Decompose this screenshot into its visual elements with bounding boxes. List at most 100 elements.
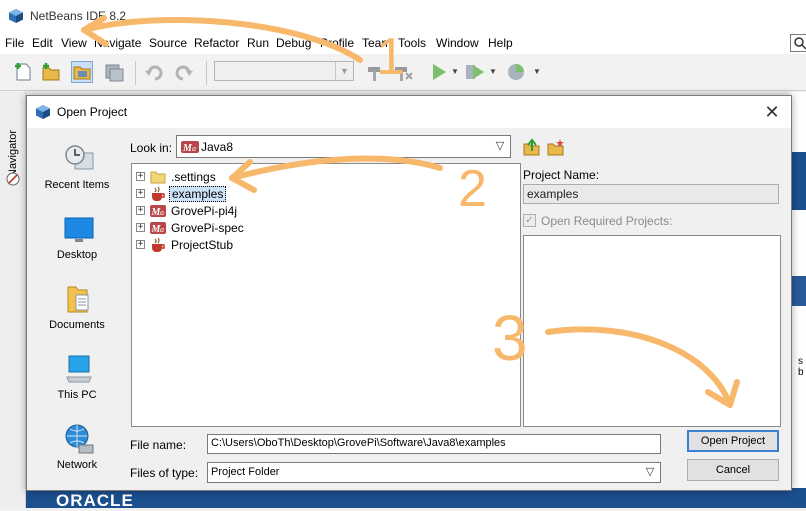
expand-plus-icon[interactable]: + [136,206,145,215]
expand-plus-icon[interactable]: + [136,223,145,232]
navigator-tab[interactable]: Navigator [5,100,21,186]
redo-icon [175,65,193,81]
coffee-cup-project-icon [152,186,165,201]
close-icon[interactable]: ✕ [759,100,785,124]
main-toolbar: ▼ ▼ ▼ [0,55,806,91]
look-in-combo[interactable]: M a Java8 ▽ [176,135,511,158]
menu-window[interactable]: Window [436,36,479,50]
expand-plus-icon[interactable]: + [136,172,145,181]
quick-search-input[interactable] [790,34,806,52]
chevron-down-icon: ▼ [335,62,353,80]
place-desktop[interactable]: Desktop [31,213,123,277]
menu-profile[interactable]: Profile [320,36,354,50]
debug-project-button[interactable] [464,61,486,83]
svg-text:a: a [192,144,196,153]
tree-item-label: GrovePi-spec [171,221,244,235]
undo-icon [145,65,163,81]
computer-icon [66,355,92,383]
create-new-folder-button[interactable] [547,138,565,156]
menu-view[interactable]: View [61,36,87,50]
expand-plus-icon[interactable]: + [136,240,145,249]
place-network[interactable]: Network [31,423,123,487]
menu-source[interactable]: Source [149,36,187,50]
desktop-icon [64,217,94,242]
menu-navigate[interactable]: Navigate [94,36,141,50]
redo-button[interactable] [173,61,195,83]
recent-items-icon [65,145,94,170]
new-folder-icon [547,139,564,156]
debug-dropdown-chevron-icon[interactable]: ▼ [489,67,497,76]
run-triangle-icon [433,64,446,80]
open-project-submit-button[interactable]: Open Project [687,430,779,452]
ide-titlebar: NetBeans IDE 8.2 [0,0,806,32]
search-icon [794,37,806,50]
menu-tools[interactable]: Tools [398,36,426,50]
debug-icon [466,65,484,79]
chevron-down-icon[interactable]: ▽ [640,463,660,482]
run-project-button[interactable] [428,61,450,83]
file-name-input[interactable]: C:\Users\OboTh\Desktop\GrovePi\Software\… [207,434,661,454]
compass-icon [6,172,20,186]
start-page-text: s b [798,356,804,378]
menu-edit[interactable]: Edit [32,36,53,50]
project-file-list[interactable]: + .settings + examples + M a GrovePi-pi4… [131,163,521,427]
open-project-dialog: Open Project ✕ Recent Items Desktop Docu… [26,95,792,491]
navigator-tab-label: Navigator [7,129,19,177]
run-dropdown-chevron-icon[interactable]: ▼ [451,67,459,76]
menu-refactor[interactable]: Refactor [194,36,239,50]
required-projects-list[interactable] [523,235,781,427]
menu-help[interactable]: Help [488,36,513,50]
place-recent-items[interactable]: Recent Items [31,143,123,207]
tree-item-label: GrovePi-pi4j [171,204,238,218]
open-required-projects-label: Open Required Projects: [541,214,673,228]
project-name-label: Project Name: [523,168,600,182]
new-project-button[interactable] [40,61,62,83]
new-file-button[interactable] [12,61,34,83]
place-documents[interactable]: Documents [31,283,123,347]
up-one-level-button[interactable] [523,138,541,156]
dialog-title: Open Project [57,105,128,119]
open-project-button[interactable] [71,61,93,83]
svg-text:a: a [160,208,164,217]
dialog-titlebar: Open Project ✕ [27,96,791,128]
menu-file[interactable]: File [5,36,24,50]
start-page-banner [790,152,806,210]
configuration-combo[interactable]: ▼ [214,61,354,81]
maven-project-icon: M a [181,141,199,154]
network-globe-icon [65,424,94,454]
start-page-background: s b [790,92,806,508]
folder-icon [150,171,166,184]
project-name-field: examples [523,184,779,204]
build-project-button[interactable] [364,61,386,83]
save-all-button[interactable] [103,61,125,83]
save-all-icon [105,64,124,82]
toolbar-separator [206,61,207,85]
profile-dropdown-chevron-icon[interactable]: ▼ [533,67,541,76]
place-label: Network [56,459,98,471]
files-of-type-combo[interactable]: Project Folder ▽ [207,462,661,483]
netbeans-cube-icon [9,9,23,23]
clean-build-icon [395,67,413,81]
tree-item-label: examples [169,186,227,202]
new-project-icon [42,63,60,81]
place-label: Recent Items [44,179,110,191]
profile-project-button[interactable] [505,61,527,83]
chevron-down-icon[interactable]: ▽ [490,136,510,157]
menu-team[interactable]: Team [362,36,391,50]
new-file-icon [15,63,31,81]
undo-button[interactable] [143,61,165,83]
place-label: Desktop [56,249,98,261]
profile-gauge-icon [508,64,524,80]
menu-run[interactable]: Run [247,36,269,50]
checkbox-checked-icon[interactable]: ✓ [523,214,536,227]
menu-debug[interactable]: Debug [276,36,311,50]
documents-folder-icon [67,286,89,313]
clean-build-button[interactable] [392,61,414,83]
cancel-button[interactable]: Cancel [687,459,779,481]
place-label: Documents [49,319,105,331]
expand-plus-icon[interactable]: + [136,189,145,198]
look-in-label: Look in: [130,141,173,155]
oracle-logo: ORACLE [56,491,134,510]
place-this-pc[interactable]: This PC [31,353,123,417]
folder-up-icon [523,138,540,156]
